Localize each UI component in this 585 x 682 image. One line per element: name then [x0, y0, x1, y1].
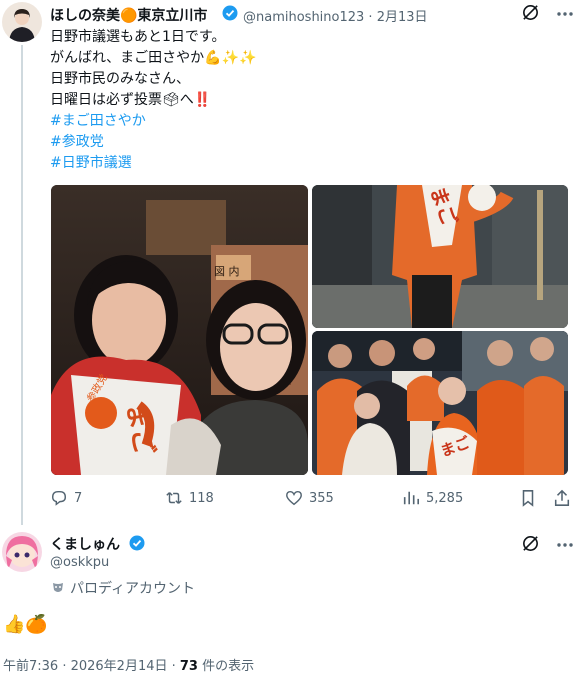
- avatar-hoshino[interactable]: [2, 2, 42, 42]
- hashtag-link[interactable]: #日野市議選: [50, 153, 132, 174]
- hashtag-link[interactable]: #まご田さやか: [50, 111, 146, 132]
- post-timestamp[interactable]: 午前7:36 · 2026年2月14日 ·: [3, 659, 180, 674]
- view-label: 件の表示: [197, 659, 255, 674]
- verified-badge-icon: [129, 535, 145, 551]
- more-icon[interactable]: [555, 6, 575, 20]
- photo-group[interactable]: まご: [312, 331, 568, 475]
- reply-count: 7: [74, 490, 83, 506]
- grok-icon[interactable]: [521, 534, 540, 557]
- repost-icon: [166, 492, 182, 504]
- tweet-text-line: 日野市議選もあと1日です。: [50, 29, 226, 45]
- author-name[interactable]: くましゅん: [50, 534, 120, 554]
- repost-button[interactable]: 118: [165, 487, 214, 509]
- reply-button[interactable]: 7: [50, 487, 82, 509]
- views-icon: [403, 491, 420, 505]
- like-count: 355: [309, 490, 334, 506]
- thread-line: [21, 45, 23, 525]
- reply-body: 👍🍊: [3, 614, 48, 635]
- author-name[interactable]: ほしの奈美🟠東京立川市: [50, 5, 207, 25]
- tweet-text-line: 日野市民のみなさん、: [50, 71, 190, 87]
- reply-icon: [51, 490, 67, 506]
- views-button[interactable]: 5,285: [402, 487, 463, 509]
- photo-sign-text: 図 内: [214, 265, 240, 278]
- bookmark-icon[interactable]: [519, 489, 537, 507]
- tweet-text-line: がんばれ、まご田さやか💪✨✨: [50, 50, 257, 66]
- more-icon[interactable]: [555, 537, 575, 551]
- avatar-kumashun[interactable]: [2, 532, 42, 572]
- verified-badge-icon: [222, 5, 238, 21]
- handle-and-date[interactable]: @namihoshino123 · 2月13日: [243, 6, 428, 25]
- photo-selfie[interactable]: 図 内 まご 参政党: [51, 185, 308, 475]
- parody-mask-icon: [51, 580, 65, 594]
- hashtag-link[interactable]: #参政党: [50, 132, 104, 153]
- grok-icon[interactable]: [521, 3, 540, 26]
- share-icon[interactable]: [553, 489, 571, 507]
- like-button[interactable]: 355: [285, 487, 334, 509]
- like-icon: [286, 490, 302, 506]
- repost-count: 118: [189, 490, 214, 506]
- views-count: 5,285: [426, 490, 464, 506]
- view-count: 73: [179, 659, 198, 674]
- handle[interactable]: @oskkpu: [50, 555, 109, 570]
- tweet-footer: 午前7:36 · 2026年2月14日 · 73 件の表示: [3, 655, 254, 674]
- photo-street[interactable]: まご: [312, 185, 568, 328]
- tweet-text-line: 日曜日は必ず投票🗳へ‼️: [50, 92, 212, 108]
- parody-label: パロディアカウント: [70, 581, 196, 597]
